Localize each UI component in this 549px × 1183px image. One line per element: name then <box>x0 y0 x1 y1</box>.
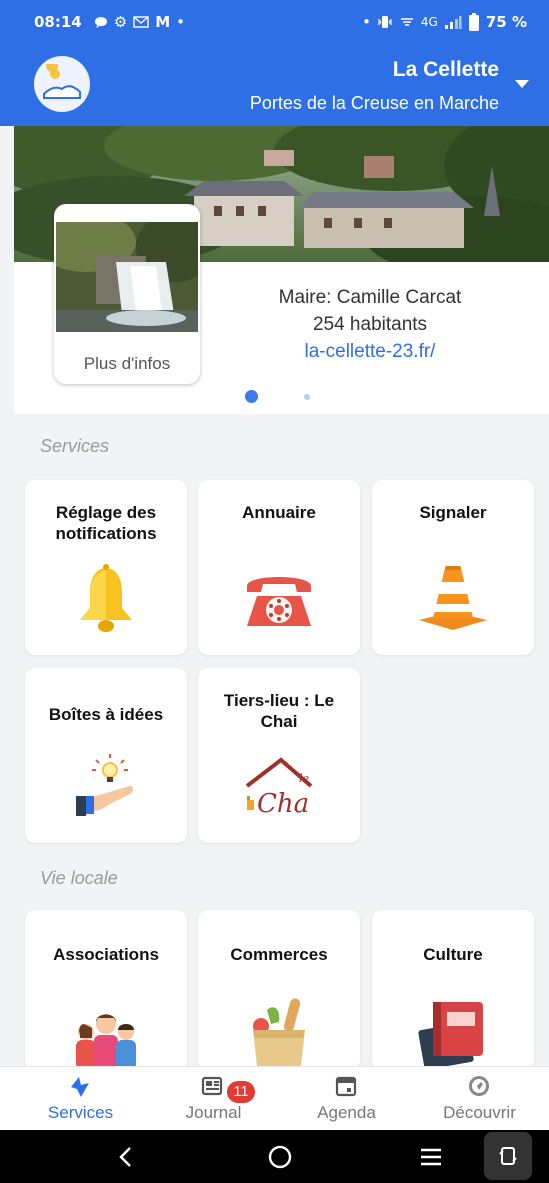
mail-icon <box>133 16 149 28</box>
status-bar: 08:14 ⚙ M • • 4G 75 % <box>0 0 549 44</box>
carousel-indicator <box>0 390 549 404</box>
grocery-bag-icon <box>253 998 305 1066</box>
svg-text:Cha: Cha <box>257 789 309 819</box>
carousel-dot[interactable] <box>304 394 310 400</box>
compass-icon <box>469 1076 489 1096</box>
tile-report[interactable]: Signaler <box>372 480 534 655</box>
system-navigation-bar <box>0 1130 549 1183</box>
nav-discover[interactable]: Découvrir <box>411 1067 548 1131</box>
calendar-icon <box>335 1076 357 1097</box>
traffic-cone-icon <box>419 566 487 630</box>
population-text: 254 habitants <box>312 314 428 335</box>
chat-bubble-icon <box>94 16 107 28</box>
tile-label: Culture <box>423 945 483 964</box>
rotate-button[interactable] <box>484 1132 532 1180</box>
tile-culture[interactable]: Culture <box>372 910 534 1070</box>
tile-label: Signaler <box>419 503 487 522</box>
nav-label: Découvrir <box>443 1103 516 1122</box>
tile-tiers-lieu[interactable]: Tiers-lieu : Le Chai le Cha <box>198 668 360 843</box>
section-title-services: Services <box>40 436 110 456</box>
home-icon[interactable] <box>267 1144 293 1170</box>
battery-icon <box>468 13 479 31</box>
tile-label: Associations <box>53 945 159 964</box>
more-info-label[interactable]: Plus d'infos <box>54 354 200 374</box>
network-type: 4G <box>420 15 438 29</box>
mayor-text: Maire: Camille Carcat <box>278 287 462 308</box>
services-icon <box>71 1077 89 1097</box>
nav-agenda[interactable]: Agenda <box>278 1067 415 1131</box>
dot-icon: • <box>362 13 371 31</box>
gmail-m-icon: M <box>155 13 171 31</box>
section-title-vie-locale: Vie locale <box>40 868 118 888</box>
dot-icon: • <box>176 13 185 31</box>
town-details: Maire: Camille Carcat 254 habitants la-c… <box>240 284 500 365</box>
newspaper-icon <box>201 1076 223 1096</box>
books-icon <box>418 1002 483 1066</box>
recents-icon[interactable] <box>418 1145 444 1169</box>
idea-hand-icon <box>76 754 133 816</box>
tile-label: Annuaire <box>242 503 316 522</box>
battery-level: 75 % <box>485 13 527 31</box>
telephone-icon <box>247 577 311 626</box>
signal-icon <box>444 16 462 29</box>
nav-services[interactable]: Services <box>12 1067 149 1131</box>
tile-label: Commerces <box>230 945 328 964</box>
notification-badge: 11 <box>227 1081 255 1103</box>
vibrate-icon <box>378 16 392 28</box>
region-name[interactable]: Portes de la Creuse en Marche <box>250 93 499 114</box>
app-logo <box>34 56 90 112</box>
tile-label: Tiers-lieu : Le Chai <box>223 691 335 731</box>
carousel-dot-active[interactable] <box>245 390 258 403</box>
nav-journal[interactable]: 11 Journal <box>145 1067 282 1131</box>
chevron-down-icon[interactable] <box>515 80 529 88</box>
more-info-card[interactable]: Plus d'infos <box>54 204 200 384</box>
svg-text:le: le <box>299 772 310 785</box>
wifi-calling-icon <box>400 18 413 26</box>
status-time: 08:14 <box>34 13 82 31</box>
nav-label: Journal <box>185 1103 242 1122</box>
tile-label: Réglage des notifications <box>55 503 157 543</box>
tile-label: Boîtes à idées <box>48 705 164 724</box>
tile-shops[interactable]: Commerces <box>198 910 360 1070</box>
bell-icon <box>80 564 132 632</box>
people-icon <box>76 1014 136 1071</box>
website-link[interactable]: la-cellette-23.fr/ <box>240 338 500 365</box>
back-icon[interactable] <box>116 1145 136 1169</box>
app-bar: La Cellette Portes de la Creuse en March… <box>0 44 549 126</box>
tile-associations[interactable]: Associations <box>25 910 187 1071</box>
nav-label: Services <box>47 1103 114 1122</box>
tile-idea-box[interactable]: Boîtes à idées <box>25 668 187 843</box>
app-logo-icon <box>43 64 81 99</box>
tile-notifications[interactable]: Réglage des notifications <box>25 480 187 655</box>
nav-label: Agenda <box>317 1103 376 1122</box>
le-chai-logo: le Cha <box>245 757 313 819</box>
rotate-icon <box>499 1147 517 1165</box>
bottom-navigation: Services 11 Journal Agenda Découvrir <box>0 1066 549 1130</box>
settings-gear-icon: ⚙ <box>113 13 128 31</box>
tile-directory[interactable]: Annuaire <box>198 480 360 655</box>
town-name[interactable]: La Cellette <box>393 58 499 82</box>
waterfall-photo <box>56 222 198 332</box>
